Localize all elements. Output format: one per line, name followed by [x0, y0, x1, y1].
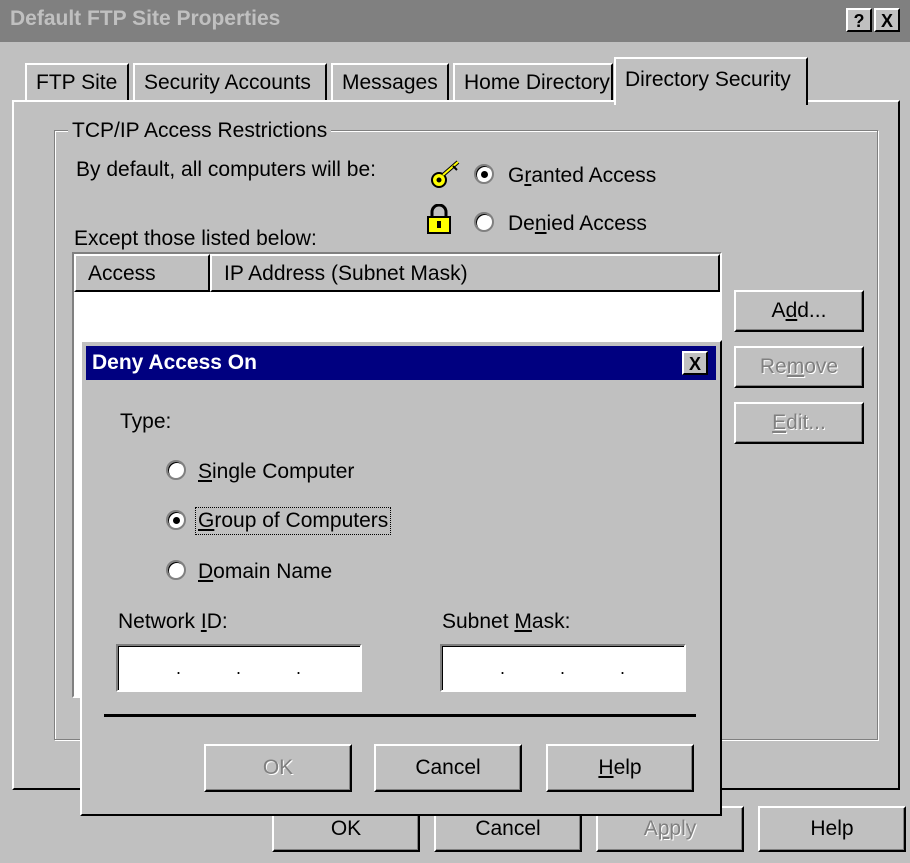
column-header-ip-address[interactable]: IP Address (Subnet Mask)	[210, 254, 720, 292]
help-question-button[interactable]: ?	[846, 8, 872, 32]
ip-dot: .	[236, 658, 242, 678]
ip-dot: .	[500, 658, 506, 678]
single-computer-radio[interactable]	[166, 460, 186, 480]
ip-dot: .	[176, 658, 182, 678]
network-id-label: Network ID:	[118, 610, 228, 633]
subnet-mask-input[interactable]: . . .	[440, 644, 686, 692]
add-button[interactable]: Add...	[734, 290, 864, 332]
dialog-divider	[104, 714, 696, 717]
deny-access-dialog: Deny Access On X Type: Single Computer G…	[80, 340, 722, 816]
remove-button[interactable]: Remove	[734, 346, 864, 388]
ip-dot: .	[560, 658, 566, 678]
edit-button[interactable]: Edit...	[734, 402, 864, 444]
dialog-close-icon[interactable]: X	[682, 351, 708, 375]
except-label: Except those listed below:	[74, 227, 317, 250]
tab-messages[interactable]: Messages	[331, 63, 449, 101]
column-header-access[interactable]: Access	[74, 254, 210, 292]
window-title: Default FTP Site Properties	[10, 7, 281, 30]
tab-directory-security[interactable]: Directory Security	[614, 57, 808, 105]
group-of-computers-label[interactable]: Group of Computers	[194, 507, 392, 535]
ip-dot: .	[296, 658, 302, 678]
group-of-computers-radio[interactable]	[166, 510, 186, 530]
denied-access-label[interactable]: Denied Access	[508, 212, 647, 236]
default-access-label: By default, all computers will be:	[76, 158, 376, 181]
dialog-ok-button[interactable]: OK	[204, 744, 352, 792]
single-computer-label[interactable]: Single Computer	[198, 460, 354, 484]
dialog-help-button[interactable]: Help	[546, 744, 694, 792]
denied-access-radio[interactable]	[474, 212, 494, 232]
dialog-title: Deny Access On	[92, 351, 257, 374]
close-icon[interactable]: X	[874, 8, 900, 32]
lock-icon	[427, 204, 451, 234]
key-icon	[431, 160, 460, 188]
type-label: Type:	[120, 410, 172, 433]
granted-access-radio[interactable]	[474, 164, 494, 184]
tab-ftp-site[interactable]: FTP Site	[25, 63, 129, 101]
subnet-mask-label: Subnet Mask:	[442, 610, 571, 633]
help-button[interactable]: Help	[758, 806, 906, 852]
tab-home-directory[interactable]: Home Directory	[453, 63, 613, 101]
network-id-input[interactable]: . . .	[116, 644, 362, 692]
dialog-cancel-button[interactable]: Cancel	[374, 744, 522, 792]
ip-dot: .	[620, 658, 626, 678]
tab-security-accounts[interactable]: Security Accounts	[133, 63, 327, 101]
properties-window: Default FTP Site Properties ? X FTP Site…	[0, 0, 910, 863]
title-bar[interactable]: Default FTP Site Properties ? X	[0, 0, 910, 42]
granted-access-label[interactable]: Granted Access	[508, 164, 656, 188]
domain-name-label[interactable]: Domain Name	[198, 560, 332, 584]
dialog-title-bar[interactable]: Deny Access On X	[86, 346, 716, 380]
group-label: TCP/IP Access Restrictions	[68, 119, 332, 143]
domain-name-radio[interactable]	[166, 560, 186, 580]
